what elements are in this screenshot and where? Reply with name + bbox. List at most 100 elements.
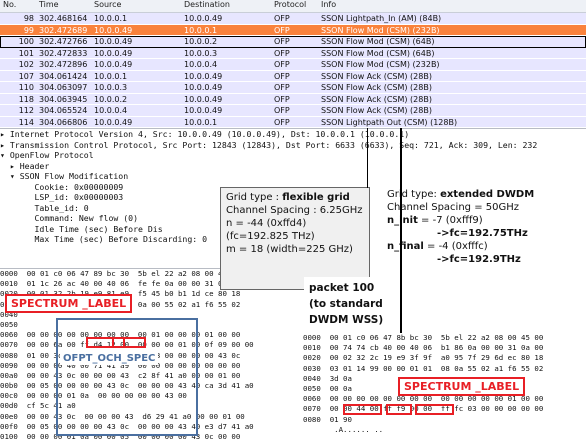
spectrum-label-right: SPECTRUM _LABEL [398, 377, 526, 396]
detail-line[interactable]: ▾ OpenFlow Protocol [0, 150, 586, 161]
cell-src: 10.0.0.49 [94, 117, 133, 127]
cell-dst: 10.0.0.49 [184, 71, 223, 81]
cell-src: 10.0.0.49 [94, 25, 133, 35]
cell-src: 10.0.0.2 [94, 94, 128, 104]
cell-src: 10.0.0.49 [94, 60, 133, 69]
cell-info: SSON Flow Ack (CSM) (28B) [321, 106, 432, 115]
cell-proto: OFP [274, 117, 290, 127]
cell-no: 102 [18, 60, 34, 69]
table-row[interactable]: 100 302.472766 10.0.0.49 10.0.0.2 OFP SSON Fl… [0, 36, 586, 48]
cell-dst: 10.0.0.1 [184, 117, 218, 127]
ofpt-och-spec-box [56, 318, 198, 436]
cell-dst: 10.0.0.4 [184, 60, 218, 69]
cell-no: 101 [18, 48, 34, 58]
col-info[interactable]: Info [318, 0, 586, 12]
packet-list-header: No. Time Source Destination Protocol Inf… [0, 0, 586, 13]
byte-line: 0080 01 90 [303, 414, 352, 424]
cell-dst: 10.0.0.49 [184, 94, 223, 104]
table-row[interactable]: 98 302.468164 10.0.0.1 10.0.0.49 OFP SSON Lig… [0, 13, 586, 25]
cell-time: 302.472896 [39, 60, 88, 69]
cell-dst: 10.0.0.2 [184, 37, 218, 46]
byte-line: 0000 00 01 c0 06 47 8b bc 30 5b el 22 a2… [303, 333, 544, 342]
cell-dst: 10.0.0.49 [184, 14, 223, 23]
cell-proto: OFP [274, 25, 290, 35]
cell-time: 304.063945 [39, 94, 88, 104]
table-row[interactable]: 107 304.061424 10.0.0.1 10.0.0.49 OFP SSON Fl… [0, 70, 586, 82]
cell-dst: 10.0.0.1 [184, 25, 218, 35]
byte-line: 0020 00 02 32 2c 19 e9 3f 9f a0 95 7f 29… [303, 353, 544, 363]
byte-line: 0030 03 01 14 99 00 00 01 01 08 0a 55 02… [303, 363, 544, 373]
cell-info: SSON Flow Mod (CSM) (64B) [321, 48, 435, 58]
ofpt-och-spec-label: OFPT_OCH_SPEC [60, 352, 159, 365]
packet-100-note: packet 100 (to standard DWDM WSS) [304, 277, 396, 333]
col-destination[interactable]: Destination [181, 0, 271, 12]
dwdm-grid-note: Grid type: extended DWDM Channel Spacing… [382, 185, 586, 310]
highlight-box [386, 404, 412, 415]
cell-no: 114 [18, 117, 34, 127]
byte-line: .A...... .. [303, 424, 384, 434]
table-row[interactable]: 112 304.065524 10.0.0.4 10.0.0.49 OFP SSON Fl… [0, 105, 586, 117]
cell-src: 10.0.0.49 [94, 37, 133, 46]
table-row[interactable]: 118 304.063945 10.0.0.2 10.0.0.49 OFP SSON Fl… [0, 93, 586, 105]
arrow-line [367, 128, 368, 188]
cell-proto: OFP [274, 48, 290, 58]
table-row[interactable]: 114 304.066806 10.0.0.49 10.0.0.1 OFP SSON Li… [0, 116, 586, 128]
cell-time: 304.065524 [39, 106, 88, 115]
cell-dst: 10.0.0.3 [184, 48, 218, 58]
cell-info: SSON Lightpath Out (CSM) (128B) [321, 117, 458, 127]
cell-proto: OFP [274, 94, 290, 104]
cell-no: 110 [18, 83, 34, 92]
cell-proto: OFP [274, 14, 290, 23]
col-no[interactable]: No. [0, 0, 36, 12]
highlight-box [343, 404, 382, 415]
cell-no: 112 [18, 106, 34, 115]
table-row[interactable]: 99 302.472689 10.0.0.49 10.0.0.1 OFP SSON Flo… [0, 24, 586, 36]
cell-info: SSON Flow Mod (CSM) (232B) [321, 25, 440, 35]
cell-time: 302.472766 [39, 37, 88, 46]
cell-proto: OFP [274, 71, 290, 81]
detail-line[interactable]: ▾ SSON Flow Modification [0, 171, 586, 182]
cell-proto: OFP [274, 83, 290, 92]
packet-list[interactable]: No. Time Source Destination Protocol Inf… [0, 0, 586, 128]
cell-dst: 10.0.0.49 [184, 106, 223, 115]
flexible-grid-note: Grid type : flexible grid Channel Spacin… [220, 187, 370, 290]
cell-time: 302.468164 [39, 14, 88, 23]
cell-info: SSON Flow Mod (CSM) (64B) [321, 37, 435, 46]
table-row[interactable]: 110 304.063097 10.0.0.3 10.0.0.49 OFP SSON Fl… [0, 82, 586, 94]
table-row[interactable]: 101 302.472833 10.0.0.49 10.0.0.3 OFP SSON Fl… [0, 47, 586, 59]
cell-info: SSON Flow Mod (CSM) (232B) [321, 60, 440, 69]
cell-info: SSON Flow Ack (CSM) (28B) [321, 71, 432, 81]
col-source[interactable]: Source [91, 0, 181, 12]
cell-proto: OFP [274, 37, 290, 46]
table-row[interactable]: 102 302.472896 10.0.0.49 10.0.0.4 OFP SSON Fl… [0, 59, 586, 71]
spectrum-label-left: SPECTRUM _LABEL [5, 294, 133, 313]
cell-no: 98 [23, 14, 34, 23]
cell-time: 304.063097 [39, 83, 88, 92]
cell-src: 10.0.0.1 [94, 71, 128, 81]
col-time[interactable]: Time [36, 0, 91, 12]
cell-no: 118 [18, 94, 34, 104]
cell-no: 99 [23, 25, 34, 35]
cell-src: 10.0.0.49 [94, 48, 133, 58]
arrow-line [400, 128, 402, 333]
cell-info: SSON Flow Ack (CSM) (28B) [321, 94, 432, 104]
cell-dst: 10.0.0.49 [184, 83, 223, 92]
cell-proto: OFP [274, 60, 290, 69]
cell-no: 100 [18, 37, 34, 46]
cell-src: 10.0.0.1 [94, 14, 128, 23]
cell-no: 107 [18, 71, 34, 81]
cell-src: 10.0.0.3 [94, 83, 128, 92]
cell-info: SSON Flow Ack (CSM) (28B) [321, 83, 432, 92]
cell-time: 302.472833 [39, 48, 88, 58]
packet-rows: 98 302.468164 10.0.0.1 10.0.0.49 OFP SSON Lig… [0, 13, 586, 128]
cell-info: SSON Lightpath_In (AM) (84B) [321, 14, 442, 23]
cell-time: 304.066806 [39, 117, 88, 127]
byte-line: 0010 00 74 74 cb 40 00 40 06 b1 86 0a 00… [303, 343, 544, 353]
detail-line[interactable]: ▸ Transmission Control Protocol, Src Por… [0, 140, 586, 151]
col-protocol[interactable]: Protocol [271, 0, 318, 12]
detail-line[interactable]: ▸ Internet Protocol Version 4, Src: 10.0… [0, 129, 586, 140]
cell-proto: OFP [274, 106, 290, 115]
detail-line[interactable]: ▸ Header [0, 161, 586, 172]
cell-src: 10.0.0.4 [94, 106, 128, 115]
cell-time: 304.061424 [39, 71, 88, 81]
